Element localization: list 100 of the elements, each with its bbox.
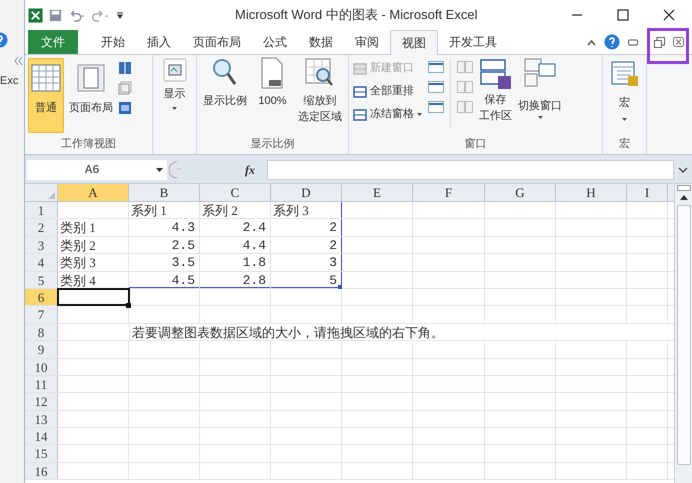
excel-logo-icon bbox=[28, 8, 43, 22]
column-header[interactable]: B bbox=[129, 184, 200, 201]
cell-text: 3 bbox=[328, 254, 337, 272]
cell-text: 4.4 bbox=[242, 236, 266, 254]
help-icon bbox=[604, 34, 620, 50]
row-header[interactable]: 1 bbox=[25, 202, 58, 218]
row-header[interactable]: 5 bbox=[25, 272, 58, 288]
side-by-side-icon bbox=[457, 101, 473, 113]
restore-icon bbox=[654, 36, 665, 48]
window-icon bbox=[428, 81, 444, 93]
column-header[interactable]: H bbox=[556, 184, 627, 201]
window-icon bbox=[353, 62, 367, 76]
cell-text: 系列 1 bbox=[130, 202, 168, 219]
side-by-side-icon bbox=[457, 81, 473, 93]
scroll-thumb[interactable] bbox=[676, 205, 690, 465]
group-label: 窗口 bbox=[464, 136, 488, 152]
cell-text: 2.4 bbox=[242, 219, 266, 236]
show-button[interactable]: 显示 bbox=[162, 55, 186, 110]
row-header[interactable]: 14 bbox=[25, 428, 58, 444]
row-header[interactable]: 8 bbox=[25, 324, 58, 340]
corner-triangle-icon bbox=[48, 192, 55, 199]
grid-icon bbox=[31, 63, 61, 93]
ribbon-tab[interactable]: 视图 bbox=[390, 30, 438, 55]
collapse-ribbon-icon bbox=[587, 38, 596, 46]
group-label: 工作簿视图 bbox=[60, 137, 117, 152]
column-header[interactable]: A bbox=[58, 184, 129, 201]
macro-icon bbox=[610, 61, 638, 89]
ribbon-tab[interactable]: 插入 bbox=[136, 30, 182, 54]
zoom-button[interactable]: 100% bbox=[258, 57, 287, 109]
column-header[interactable]: I bbox=[627, 184, 668, 201]
ribbon-tab[interactable]: 页面布局 bbox=[182, 30, 252, 54]
window-icon bbox=[353, 84, 367, 98]
cell-text: 2 bbox=[328, 236, 337, 254]
cell-text: 系列 3 bbox=[272, 202, 310, 219]
dropdown-icon bbox=[172, 106, 177, 110]
zoom-button[interactable]: 缩放到 选定区域 bbox=[298, 57, 342, 125]
row-header[interactable]: 4 bbox=[25, 254, 58, 271]
window-command-button[interactable]: 冻结窗格 bbox=[353, 104, 422, 125]
cell-text: 4.5 bbox=[170, 272, 195, 289]
fill-handle[interactable] bbox=[126, 303, 131, 308]
row-header[interactable]: 9 bbox=[25, 341, 58, 358]
highlight-frame bbox=[647, 28, 689, 64]
switch-window-icon bbox=[524, 58, 556, 88]
cell-text: 类别 2 bbox=[59, 236, 97, 254]
cell-text: 类别 1 bbox=[59, 219, 97, 236]
cell-text: 2.5 bbox=[170, 236, 195, 254]
close-icon bbox=[673, 37, 684, 47]
dropdown-icon bbox=[156, 168, 163, 172]
save-workspace-button[interactable]: 保存 工作区 bbox=[479, 58, 512, 124]
cell-text: 若要调整图表数据区域的大小，请拖拽区域的右下角。 bbox=[131, 324, 445, 341]
ribbon-tab[interactable]: 开始 bbox=[90, 30, 136, 54]
row-header[interactable]: 13 bbox=[25, 410, 58, 428]
ribbon-tab[interactable]: 公式 bbox=[252, 30, 298, 54]
page-layout-icon bbox=[76, 63, 106, 93]
zoom-button[interactable]: 显示比例 bbox=[202, 57, 247, 109]
function-label[interactable]: fx bbox=[245, 161, 255, 179]
ribbon-tab[interactable]: 数据 bbox=[298, 30, 344, 54]
view-button[interactable]: 页面布局 bbox=[66, 58, 116, 133]
column-header[interactable]: D bbox=[271, 184, 342, 201]
window-label: Exc bbox=[0, 74, 18, 89]
redo-icon bbox=[92, 8, 110, 22]
name-box[interactable]: A6 bbox=[27, 160, 167, 180]
full-screen-icon bbox=[118, 101, 132, 115]
save-icon bbox=[49, 8, 62, 22]
row-header[interactable]: 11 bbox=[25, 376, 58, 392]
group-label: 宏 bbox=[618, 136, 631, 152]
ribbon-tab[interactable]: 审阅 bbox=[344, 30, 390, 54]
row-header[interactable]: 7 bbox=[25, 306, 58, 323]
expand-icon bbox=[678, 167, 688, 173]
scroll-up-icon bbox=[680, 195, 688, 200]
column-header[interactable]: G bbox=[485, 184, 556, 201]
window-command-button[interactable]: 全部重排 bbox=[353, 81, 422, 102]
column-header[interactable]: E bbox=[342, 184, 413, 201]
formula-field[interactable] bbox=[267, 160, 674, 180]
cell-text: 3.5 bbox=[170, 254, 195, 272]
minimize-icon bbox=[628, 38, 638, 46]
vertical-scrollbar[interactable] bbox=[674, 184, 692, 483]
group-label: 显示比例 bbox=[250, 137, 296, 152]
resize-handle[interactable] bbox=[338, 284, 342, 289]
switch-window-button[interactable]: 切换窗口 bbox=[518, 58, 562, 119]
cell-text: 4.3 bbox=[170, 219, 195, 236]
macros-button[interactable]: 宏 bbox=[603, 55, 646, 136]
row-header[interactable]: 3 bbox=[25, 236, 58, 254]
row-header[interactable]: 12 bbox=[25, 393, 58, 410]
column-header[interactable]: C bbox=[200, 184, 271, 201]
row-header[interactable]: 15 bbox=[25, 445, 58, 462]
window-icon bbox=[428, 61, 444, 73]
dropdown-icon bbox=[417, 113, 422, 116]
show-icon bbox=[162, 58, 186, 82]
ribbon-tab[interactable]: 开发工具 bbox=[438, 30, 508, 54]
cell-text: 2.8 bbox=[242, 272, 266, 289]
row-header[interactable]: 16 bbox=[25, 462, 58, 480]
row-header[interactable]: 2 bbox=[25, 219, 58, 236]
view-button[interactable]: 普通 bbox=[28, 58, 64, 133]
dropdown-icon bbox=[538, 116, 542, 119]
row-header[interactable]: 10 bbox=[25, 358, 58, 375]
maximize-icon bbox=[617, 9, 629, 21]
file-tab[interactable]: 文件 bbox=[28, 30, 78, 54]
row-header[interactable]: 6 bbox=[25, 288, 58, 306]
column-header[interactable]: F bbox=[413, 184, 485, 201]
